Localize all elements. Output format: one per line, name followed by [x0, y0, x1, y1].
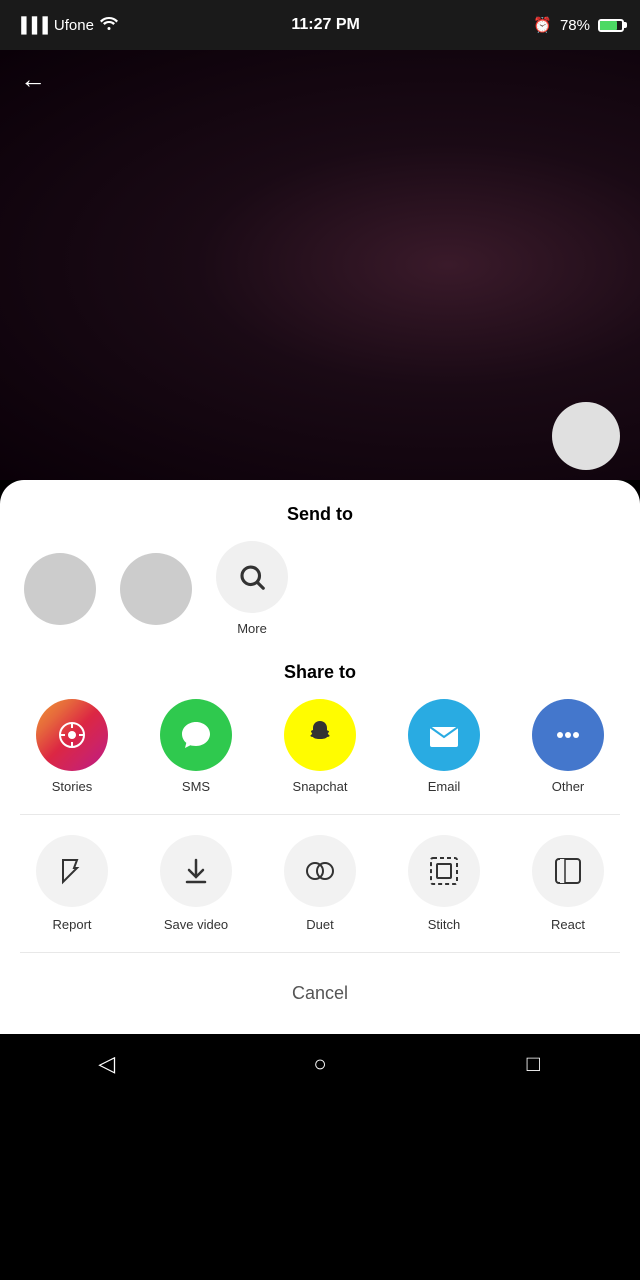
nav-bar: ◁ ○ □ — [0, 1034, 640, 1094]
stitch-icon — [408, 835, 480, 907]
action-item-save-video[interactable]: Save video — [156, 835, 236, 932]
action-item-stitch[interactable]: Stitch — [404, 835, 484, 932]
user-avatar-circle — [552, 402, 620, 470]
carrier-name: Ufone — [54, 17, 94, 34]
action-item-report[interactable]: Report — [32, 835, 112, 932]
send-to-row: More — [0, 541, 640, 652]
status-bar: ▐▐▐ Ufone 11:27 PM ⏰ 78% — [0, 0, 640, 50]
stories-icon: + — [36, 699, 108, 771]
alarm-icon: ⏰ — [533, 16, 552, 34]
other-label: Other — [552, 779, 585, 794]
more-label: More — [237, 621, 267, 636]
action-item-react[interactable]: React — [528, 835, 608, 932]
share-to-row: + Stories SMS Snapchat — [0, 699, 640, 804]
status-time: 11:27 PM — [291, 16, 359, 34]
battery-icon — [598, 19, 624, 32]
snapchat-label: Snapchat — [293, 779, 348, 794]
bottom-sheet: Send to More Share to — [0, 480, 640, 1034]
contact-item-2[interactable] — [116, 553, 196, 625]
share-item-email[interactable]: Email — [404, 699, 484, 794]
svg-text:+: + — [68, 728, 75, 742]
search-icon — [237, 562, 267, 592]
nav-back-button[interactable]: ◁ — [82, 1039, 132, 1089]
duet-label: Duet — [306, 917, 333, 932]
share-item-stories[interactable]: + Stories — [32, 699, 112, 794]
contact-item-1[interactable] — [20, 553, 100, 625]
duet-icon — [284, 835, 356, 907]
action-item-duet[interactable]: Duet — [280, 835, 360, 932]
save-video-label: Save video — [164, 917, 228, 932]
share-item-other[interactable]: Other — [528, 699, 608, 794]
share-item-sms[interactable]: SMS — [156, 699, 236, 794]
actions-row: Report Save video Duet — [0, 825, 640, 942]
signal-icon: ▐▐▐ — [16, 17, 48, 34]
stories-label: Stories — [52, 779, 92, 794]
send-to-title: Send to — [0, 480, 640, 541]
search-circle — [216, 541, 288, 613]
status-right: ⏰ 78% — [533, 16, 624, 34]
email-icon — [408, 699, 480, 771]
video-background: ← — [0, 50, 640, 480]
react-icon — [532, 835, 604, 907]
other-icon — [532, 699, 604, 771]
nav-home-button[interactable]: ○ — [295, 1039, 345, 1089]
sms-label: SMS — [182, 779, 210, 794]
report-label: Report — [52, 917, 91, 932]
contact-avatar-1 — [24, 553, 96, 625]
share-to-title: Share to — [0, 652, 640, 699]
contact-avatar-2 — [120, 553, 192, 625]
more-search-item[interactable]: More — [212, 541, 292, 636]
wifi-icon — [100, 16, 118, 34]
snapchat-icon — [284, 699, 356, 771]
nav-recent-button[interactable]: □ — [508, 1039, 558, 1089]
divider-2 — [20, 952, 620, 953]
stitch-label: Stitch — [428, 917, 461, 932]
email-label: Email — [428, 779, 461, 794]
sms-icon — [160, 699, 232, 771]
battery-percent: 78% — [560, 17, 590, 34]
status-left: ▐▐▐ Ufone — [16, 16, 118, 34]
save-video-icon — [160, 835, 232, 907]
react-label: React — [551, 917, 585, 932]
report-icon — [36, 835, 108, 907]
share-item-snapchat[interactable]: Snapchat — [280, 699, 360, 794]
back-button[interactable]: ← — [20, 64, 46, 95]
divider-1 — [20, 814, 620, 815]
cancel-button[interactable]: Cancel — [0, 963, 640, 1014]
